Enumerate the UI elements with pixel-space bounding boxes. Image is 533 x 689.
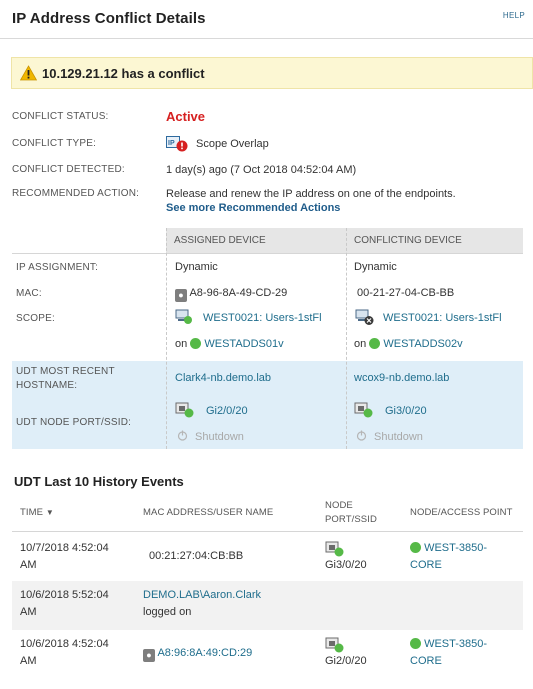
- event-time-line2: AM: [20, 655, 37, 667]
- conflicting-scope-link[interactable]: WEST0021: Users-1stFl: [383, 312, 502, 324]
- conflicting-ip-assignment: Dynamic: [354, 261, 397, 273]
- mac-column-header: MAC ADDRESS/USER NAME: [143, 507, 274, 518]
- status-up-icon: [190, 338, 202, 349]
- dhcp-scope-error-icon: [355, 309, 374, 325]
- access-point-column-header: NODE/ACCESS POINT: [410, 507, 513, 518]
- power-off-icon: [177, 430, 188, 441]
- switch-port-icon: [325, 637, 344, 653]
- event-user: DEMO.LAB\Aaron.Clark logged on: [143, 587, 261, 621]
- status-up-icon: [369, 338, 381, 349]
- ip-conflict-icon: IP: [166, 136, 188, 152]
- status-up-icon: [410, 542, 421, 553]
- column-divider: [346, 228, 347, 449]
- conflicting-port-link[interactable]: Gi3/0/20: [385, 405, 427, 417]
- conflicting-mac: 00-21-27-04-CB-BB: [357, 287, 455, 299]
- assigned-ip-assignment: Dynamic: [175, 261, 218, 273]
- panel-header: IP Address Conflict Details HELP: [0, 0, 533, 39]
- assigned-device-header: ASSIGNED DEVICE: [166, 228, 346, 253]
- event-time: 10/7/2018 4:52:04 AM: [20, 540, 109, 574]
- event-time: 10/6/2018 4:52:04 AM: [20, 636, 109, 670]
- event-user-action: logged on: [143, 606, 192, 618]
- status-up-icon: [410, 638, 421, 649]
- alert-message: 10.129.21.12 has a conflict: [42, 66, 205, 81]
- help-link[interactable]: HELP: [503, 11, 525, 20]
- recommended-action-value: Release and renew the IP address on one …: [166, 188, 456, 200]
- switch-port-icon: [325, 541, 344, 557]
- access-point-link-line2[interactable]: CORE: [410, 653, 487, 670]
- switch-port-icon: [354, 402, 373, 418]
- conflicting-server-link[interactable]: WESTADDS02v: [383, 338, 462, 350]
- conflict-type-label: CONFLICT TYPE:: [12, 138, 97, 149]
- ip-assignment-label: IP ASSIGNMENT:: [16, 262, 99, 273]
- event-time: 10/6/2018 5:52:04 AM: [20, 587, 109, 621]
- conflict-status-label: CONFLICT STATUS:: [12, 111, 109, 122]
- event-port-link[interactable]: Gi2/0/20: [325, 653, 367, 670]
- event-time-line2: AM: [20, 559, 37, 571]
- hostname-label: UDT MOST RECENT HOSTNAME:: [16, 366, 115, 391]
- conflicting-server: on WESTADDS02v: [354, 338, 463, 350]
- time-column-header[interactable]: TIME ▼: [20, 507, 54, 518]
- event-mac-link[interactable]: A8:96:8A:49:CD:29: [157, 647, 252, 659]
- assigned-hostname-link[interactable]: Clark4-nb.demo.lab: [175, 372, 271, 384]
- conflict-alert-banner: 10.129.21.12 has a conflict: [11, 57, 533, 89]
- access-point-link[interactable]: WEST-3850-: [424, 638, 487, 650]
- event-port-link[interactable]: Gi3/0/20: [325, 557, 367, 574]
- on-label: on: [175, 338, 188, 350]
- sort-descending-icon: ▼: [45, 508, 54, 517]
- event-time-line2: AM: [20, 606, 37, 618]
- column-divider: [166, 228, 167, 449]
- power-off-icon: [356, 430, 367, 441]
- assigned-scope-link[interactable]: WEST0021: Users-1stFl: [203, 312, 322, 324]
- conflict-detected-value: 1 day(s) ago (7 Oct 2018 04:52:04 AM): [166, 164, 357, 176]
- event-time-line1: 10/6/2018 5:52:04: [20, 589, 109, 601]
- apple-icon: ●: [143, 649, 155, 662]
- access-point-link[interactable]: WEST-3850-: [424, 542, 487, 554]
- conflict-status-value: Active: [166, 109, 206, 124]
- event-mac-link[interactable]: 00:21:27:04:CB:BB: [149, 548, 243, 565]
- event-time-line1: 10/7/2018 4:52:04: [20, 542, 109, 554]
- page-title: IP Address Conflict Details: [12, 10, 206, 27]
- assigned-server: on WESTADDS01v: [175, 338, 284, 350]
- conflicting-port-state: Shutdown: [374, 431, 423, 443]
- event-user-link[interactable]: DEMO.LAB\Aaron.Clark: [143, 587, 261, 604]
- node-port-column-header-line1: NODE: [325, 500, 353, 511]
- scope-label: SCOPE:: [16, 313, 55, 324]
- on-label: on: [354, 338, 367, 350]
- see-more-actions-link[interactable]: See more Recommended Actions: [166, 202, 340, 214]
- switch-port-icon: [175, 402, 194, 418]
- time-column-label: TIME: [20, 507, 44, 518]
- device-comparison-table: ASSIGNED DEVICE CONFLICTING DEVICE IP AS…: [12, 228, 523, 449]
- assigned-mac: ● A8-96-8A-49-CD-29: [175, 287, 287, 302]
- conflict-type-value: Scope Overlap: [196, 138, 269, 150]
- node-port-column-header-line2: PORT/SSID: [325, 514, 377, 525]
- assigned-mac-value: A8-96-8A-49-CD-29: [189, 287, 288, 299]
- assigned-port-state: Shutdown: [195, 431, 244, 443]
- history-section-title: UDT Last 10 History Events: [14, 474, 184, 489]
- mac-label: MAC:: [16, 288, 42, 299]
- dhcp-scope-icon: [175, 309, 192, 324]
- table-row: 10/6/2018 5:52:04 AM DEMO.LAB\Aaron.Clar…: [12, 581, 523, 630]
- recommended-action-label: RECOMMENDED ACTION:: [12, 188, 140, 199]
- table-row: 10/7/2018 4:52:04 AM 00:21:27:04:CB:BB G…: [12, 532, 523, 581]
- table-row: 10/6/2018 4:52:04 AM ● A8:96:8A:49:CD:29…: [12, 630, 523, 680]
- conflicting-hostname-link[interactable]: wcox9-nb.demo.lab: [354, 372, 449, 384]
- assigned-server-link[interactable]: WESTADDS01v: [204, 338, 283, 350]
- warning-icon: [20, 65, 37, 81]
- access-point-link-line2[interactable]: CORE: [410, 557, 487, 574]
- apple-icon: ●: [175, 289, 187, 302]
- event-access-point: WEST-3850- CORE: [410, 540, 487, 574]
- svg-text:IP: IP: [168, 140, 175, 147]
- conflict-detected-label: CONFLICT DETECTED:: [12, 164, 125, 175]
- event-time-line1: 10/6/2018 4:52:04: [20, 638, 109, 650]
- event-mac: ● A8:96:8A:49:CD:29: [143, 645, 252, 662]
- table-divider: [12, 253, 523, 254]
- event-access-point: WEST-3850- CORE: [410, 636, 487, 670]
- conflicting-device-header: CONFLICTING DEVICE: [346, 228, 523, 253]
- assigned-port-link[interactable]: Gi2/0/20: [206, 405, 248, 417]
- node-port-label: UDT NODE PORT/SSID:: [16, 417, 132, 428]
